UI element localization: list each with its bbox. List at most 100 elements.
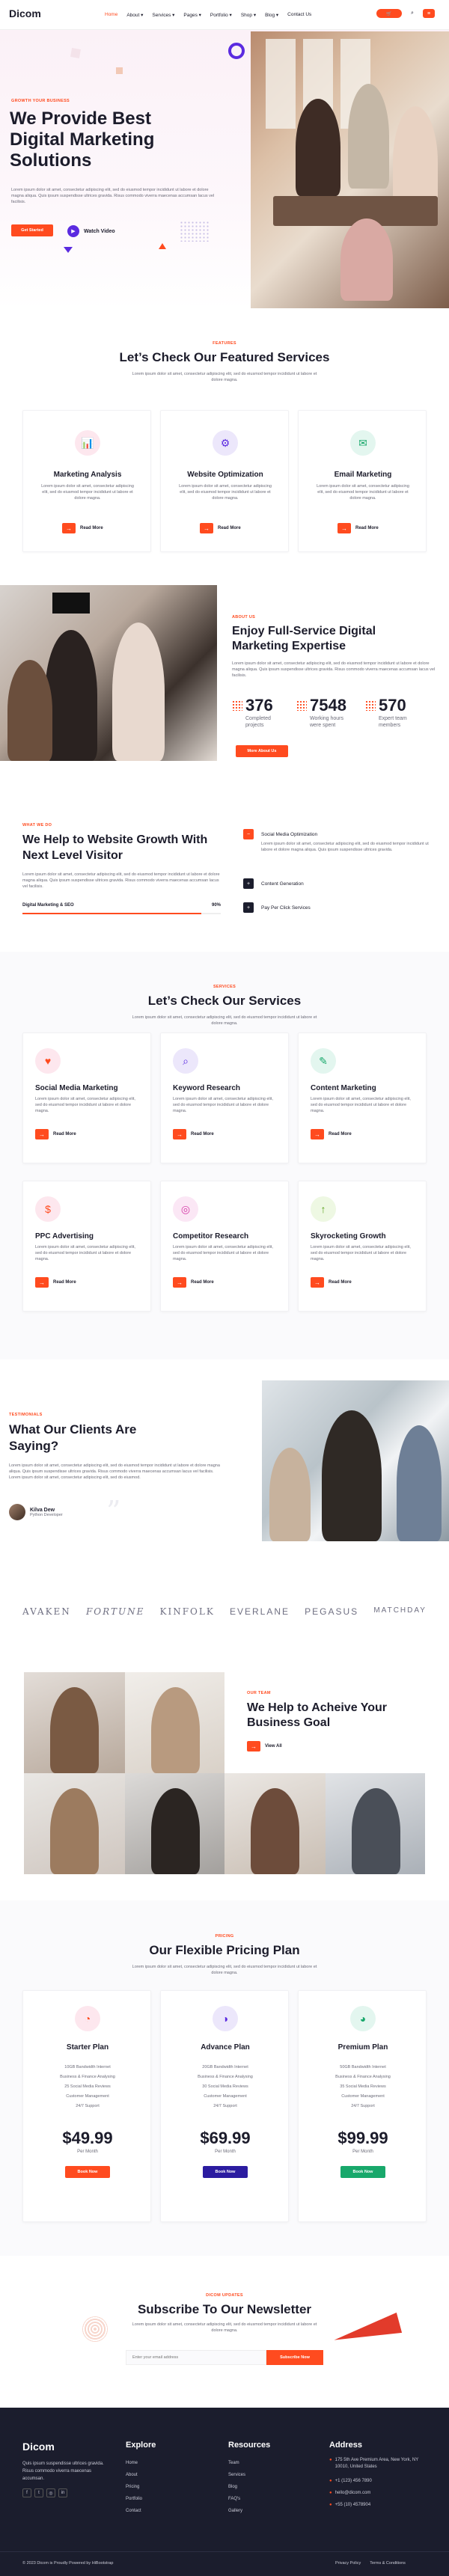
nav-pages[interactable]: Pages ▾ <box>183 12 201 18</box>
read-more-link[interactable]: → Read More <box>173 1277 214 1288</box>
footer-link[interactable]: Services <box>228 2469 245 2481</box>
footer-link[interactable]: Gallery <box>228 2505 245 2517</box>
plan-feature: Customer Management <box>66 2094 109 2099</box>
pricing-card: ◕ Premium Plan 50GB Bandwidth Internet Bu… <box>298 1990 427 2222</box>
book-now-button[interactable]: Book Now <box>203 2166 248 2178</box>
nav-services[interactable]: Services ▾ <box>152 12 174 18</box>
testimonial-text: Lorem ipsum dolor sit amet, consectetur … <box>9 1463 220 1480</box>
plan-feature: Business & Finance Analysing <box>198 2075 253 2079</box>
pricing-tag: PRICING <box>215 1934 234 1939</box>
facebook-icon[interactable]: f <box>22 2488 31 2497</box>
keyword-icon: ⌕ <box>173 1048 198 1074</box>
book-now-button[interactable]: Book Now <box>340 2166 385 2178</box>
subscribe-button[interactable]: Subscribe Now <box>266 2350 323 2365</box>
footer-link[interactable]: About <box>126 2469 142 2481</box>
plan-feature: 10GB Bandwidth Internet <box>64 2065 111 2069</box>
team-photo <box>125 1773 224 1874</box>
more-about-button[interactable]: More About Us <box>236 745 288 757</box>
footer-link[interactable]: Team <box>228 2457 245 2469</box>
pricing-text: Lorem ipsum dolor sit amet, consectetur … <box>132 1965 317 1975</box>
services-tag: SERVICES <box>213 985 236 989</box>
email-icon: ✉ <box>350 430 376 456</box>
newsletter-text: Lorem ipsum dolor sit amet, consectetur … <box>132 2322 317 2333</box>
list-item: + Pay Per Click Services <box>243 902 317 913</box>
menu-icon[interactable]: ≡ <box>423 9 435 18</box>
logo[interactable]: Dicom <box>9 7 41 19</box>
stats: 376 Completed projects 7548 Working hours … <box>232 696 416 729</box>
plan-feature: 50GB Bandwidth Internet <box>340 2065 386 2069</box>
arrow-right-icon: → <box>35 1129 49 1139</box>
footer-link[interactable]: Pricing <box>126 2481 142 2493</box>
footer-link[interactable]: Portfolio <box>126 2493 142 2505</box>
content-icon: ✎ <box>311 1048 336 1074</box>
starter-icon: ◔ <box>75 2006 100 2031</box>
nav-contact[interactable]: Contact Us <box>287 12 311 18</box>
instagram-icon[interactable]: ◎ <box>46 2488 55 2497</box>
footer-logo[interactable]: Dicom <box>22 2441 55 2453</box>
list-item: − Social Media Optimization <box>243 829 317 839</box>
copyright: © 2023 Dicom is Proudly Powered by HiBoo… <box>22 2561 114 2566</box>
premium-icon: ◕ <box>350 2006 376 2031</box>
competitor-icon: ◎ <box>173 1196 198 1222</box>
email-input[interactable] <box>126 2350 266 2365</box>
resources-title: Resources <box>228 2441 271 2450</box>
progress-bar <box>22 913 221 914</box>
stat-item: 570 Expert team members <box>365 696 416 729</box>
about-text: Lorem ipsum dolor sit amet, consectetur … <box>232 661 436 678</box>
header-actions: 🛒 ⌕ ≡ <box>376 9 435 18</box>
read-more-link[interactable]: → Read More <box>337 523 379 533</box>
plus-icon[interactable]: + <box>243 878 254 889</box>
featured-text: Lorem ipsum dolor sit amet, consectetur … <box>132 372 317 382</box>
feature-card: ⚙ Website Optimization Lorem ipsum dolor… <box>160 410 289 552</box>
get-started-button[interactable]: Get Started <box>11 224 53 236</box>
hero-tag: GROWTH YOUR BUSINESS <box>11 99 70 103</box>
advance-icon: ◑ <box>213 2006 238 2031</box>
privacy-link[interactable]: Privacy Policy <box>335 2561 361 2566</box>
twitter-icon[interactable]: t <box>34 2488 43 2497</box>
avatar <box>9 1504 25 1520</box>
footer-link[interactable]: Contact <box>126 2505 142 2517</box>
linkedin-icon[interactable]: in <box>58 2488 67 2497</box>
decor-dots <box>180 221 210 242</box>
about-tag: ABOUT US <box>232 615 256 619</box>
read-more-link[interactable]: → Read More <box>311 1129 352 1139</box>
service-card: ♥ Social Media Marketing Lorem ipsum dol… <box>22 1032 151 1163</box>
about-title: Enjoy Full-Service Digital Marketing Exp… <box>232 625 376 652</box>
nav-portfolio[interactable]: Portfolio ▾ <box>210 12 232 18</box>
brand-logo: AVAKEN <box>22 1606 71 1617</box>
cart-icon[interactable]: 🛒 <box>376 9 402 18</box>
footer-link[interactable]: Blog <box>228 2481 245 2493</box>
nav-home[interactable]: Home <box>105 12 117 18</box>
explore-title: Explore <box>126 2441 156 2450</box>
nav-shop[interactable]: Shop ▾ <box>241 12 256 18</box>
plus-icon[interactable]: + <box>243 902 254 913</box>
plan-name: Premium Plan <box>337 2043 388 2052</box>
read-more-link[interactable]: → Read More <box>35 1129 76 1139</box>
nav-blog[interactable]: Blog ▾ <box>265 12 278 18</box>
plan-feature: Customer Management <box>341 2094 385 2099</box>
read-more-link[interactable]: → Read More <box>35 1277 76 1288</box>
arrow-right-icon: → <box>311 1129 324 1139</box>
book-now-button[interactable]: Book Now <box>65 2166 110 2178</box>
search-icon[interactable]: ⌕ <box>406 9 418 18</box>
growth-icon: ↑ <box>311 1196 336 1222</box>
read-more-link[interactable]: → Read More <box>62 523 103 533</box>
grid-icon <box>365 700 376 711</box>
analysis-icon: 📊 <box>75 430 100 456</box>
footer-link[interactable]: Home <box>126 2457 142 2469</box>
stat-item: 7548 Working hours were spent <box>296 696 352 729</box>
footer-link[interactable]: FAQ's <box>228 2493 245 2505</box>
watch-video-button[interactable]: ▶ Watch Video <box>67 225 115 237</box>
pricing-card: ◔ Starter Plan 10GB Bandwidth Internet Bu… <box>22 1990 151 2222</box>
read-more-link[interactable]: → Read More <box>311 1277 352 1288</box>
arrow-right-icon: → <box>311 1277 324 1288</box>
read-more-link[interactable]: → Read More <box>173 1129 214 1139</box>
fax-icon: ● <box>329 2503 332 2507</box>
team-photo <box>24 1672 125 1773</box>
terms-link[interactable]: Terms & Conditions <box>370 2561 406 2566</box>
view-all-link[interactable]: → View All <box>247 1741 282 1752</box>
read-more-link[interactable]: → Read More <box>200 523 241 533</box>
minus-icon[interactable]: − <box>243 829 254 839</box>
footer-about: Quis ipsum suspendisse ultrices gravida.… <box>22 2462 104 2481</box>
nav-about[interactable]: About ▾ <box>126 12 143 18</box>
